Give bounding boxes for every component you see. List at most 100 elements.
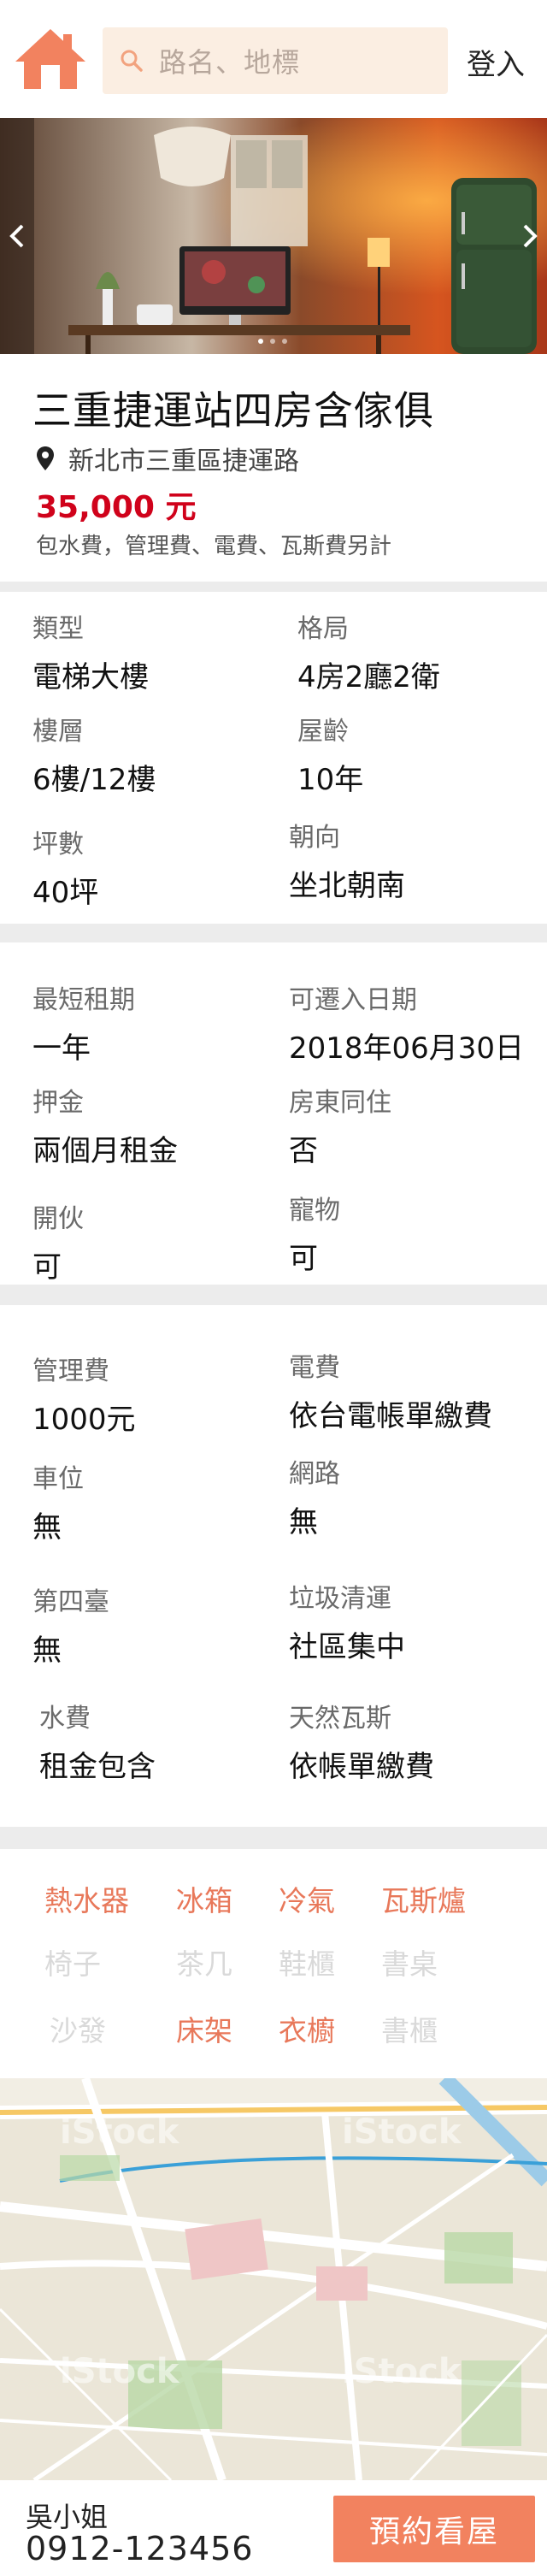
amenity-bed-frame: 床架 [176,2014,232,2047]
map-watermark: iStock [342,2112,462,2152]
info-value: 依帳單繳費 [289,1750,434,1784]
location-map[interactable]: iStock iStock iStock iStock [0,2078,547,2480]
info-label: 開伙 [32,1204,84,1234]
address-text: 新北市三重區捷運路 [68,446,299,476]
info-label: 屋齡 [297,717,349,747]
fee-parking: 車位 無 [32,1457,84,1545]
info-label: 車位 [32,1464,84,1494]
location-pin-icon [37,446,54,470]
amenity-air-conditioner: 冷氣 [279,1884,335,1917]
info-value: 無 [289,1505,318,1539]
info-label: 垃圾清運 [289,1584,391,1614]
fee-gas: 天然瓦斯 依帳單繳費 [289,1697,434,1785]
carousel-dot[interactable] [258,339,263,344]
info-label: 電費 [289,1353,340,1383]
info-label: 管理費 [32,1356,109,1386]
info-value: 可 [289,1242,318,1276]
info-label: 類型 [32,614,84,644]
fee-garbage: 垃圾清運 社區集中 [289,1577,405,1665]
info-value: 社區集中 [289,1630,405,1664]
basic-info-card: 類型 電梯大樓 格局 4房2廳2衛 樓層 6樓/12樓 屋齡 10年 坪數 40… [0,592,547,924]
search-input[interactable]: 路名、地標 [103,27,448,94]
amenities-grid: 熱水器 冰箱 冷氣 瓦斯爐 椅子 茶几 鞋櫃 書桌 沙發 床架 衣櫥 書櫃 [0,1849,547,2078]
info-area: 坪數 40坪 [32,823,98,911]
info-value: 無 [32,1634,62,1668]
info-value: 依台電帳單繳費 [289,1399,492,1433]
amenity-desk: 書桌 [381,1947,438,1981]
info-label: 樓層 [32,717,84,747]
amenity-shoe-cabinet: 鞋櫃 [279,1947,335,1981]
info-label: 房東同住 [289,1088,391,1118]
listing-address: 新北市三重區捷運路 [36,440,299,477]
map-watermark: iStock [60,2352,179,2391]
top-bar: 路名、地標 登入 [0,0,547,118]
search-icon [121,50,143,72]
info-type: 類型 電梯大樓 [32,607,149,695]
rental-terms-card: 最短租期 一年 可遷入日期 2018年06月30日 押金 兩個月租金 房東同住 … [0,942,547,1285]
fee-management: 管理費 1000元 [32,1350,136,1438]
carousel-dot[interactable] [282,339,287,344]
amenity-chair: 椅子 [44,1947,101,1981]
amenity-wardrobe: 衣櫥 [279,2014,335,2047]
price-note: 包水費，管理費、電費、瓦斯費另計 [36,534,392,559]
amenity-gas-stove: 瓦斯爐 [381,1884,466,1917]
amenity-fridge: 冰箱 [176,1884,232,1917]
fees-card: 管理費 1000元 電費 依台電帳單繳費 車位 無 網路 無 第四臺 無 垃圾清… [0,1305,547,1827]
fee-water: 水費 租金包含 [39,1697,156,1785]
info-label: 網路 [289,1459,340,1489]
home-logo-icon[interactable] [12,26,89,92]
info-label: 押金 [32,1088,84,1118]
map-watermark: iStock [60,2112,179,2152]
info-label: 寵物 [289,1196,340,1226]
info-value: 否 [289,1134,318,1168]
term-move-in-date: 可遷入日期 2018年06月30日 [289,978,524,1066]
book-viewing-button[interactable]: 預約看屋 [333,2496,535,2562]
info-label: 格局 [297,614,349,644]
prev-photo-icon[interactable] [5,219,31,253]
info-label: 可遷入日期 [289,985,417,1015]
info-value: 坐北朝南 [289,869,405,903]
term-cooking: 開伙 可 [32,1197,84,1285]
info-value: 無 [32,1510,62,1545]
info-label: 坪數 [32,830,84,860]
listing-title: 三重捷運站四房含傢俱 [32,387,434,434]
info-label: 最短租期 [32,985,135,1015]
map-watermark: iStock [342,2352,462,2391]
amenity-sofa: 沙發 [50,2014,106,2047]
info-value: 40坪 [32,876,99,910]
info-floor: 樓層 6樓/12樓 [32,710,156,798]
info-value: 6樓/12樓 [32,763,156,797]
amenity-bookcase: 書櫃 [381,2014,438,2047]
carousel-indicator [258,339,287,344]
info-age: 屋齡 10年 [297,710,363,798]
term-landlord-lives-in: 房東同住 否 [289,1081,391,1169]
info-value: 4房2廳2衛 [297,660,440,694]
info-value: 兩個月租金 [32,1134,178,1168]
info-value: 一年 [32,1031,91,1066]
fee-electricity: 電費 依台電帳單繳費 [289,1346,492,1434]
next-photo-icon[interactable] [516,219,542,253]
fee-internet: 網路 無 [289,1452,340,1540]
term-deposit: 押金 兩個月租金 [32,1081,178,1169]
info-value: 2018年06月30日 [289,1031,525,1066]
info-value: 電梯大樓 [32,660,149,694]
listing-price: 35,000 元 [36,490,197,525]
contact-phone[interactable]: 0912-123456 [26,2530,253,2567]
listing-summary: 三重捷運站四房含傢俱 新北市三重區捷運路 35,000 元 包水費，管理費、電費… [0,354,547,582]
info-label: 朝向 [289,823,340,853]
info-label: 水費 [39,1704,91,1734]
contact-bar: 吳小姐 0912-123456 預約看屋 [0,2480,547,2576]
photo-carousel[interactable] [0,118,547,354]
info-value: 10年 [297,763,364,797]
amenity-coffee-table: 茶几 [176,1947,232,1981]
carousel-dot[interactable] [270,339,275,344]
info-label: 天然瓦斯 [289,1704,391,1734]
fee-cable-tv: 第四臺 無 [32,1580,109,1669]
info-value: 1000元 [32,1403,136,1437]
info-orientation: 朝向 坐北朝南 [289,816,405,904]
login-button[interactable]: 登入 [467,41,525,83]
search-placeholder: 路名、地標 [159,46,301,79]
info-value: 租金包含 [39,1750,156,1784]
amenity-water-heater: 熱水器 [44,1884,129,1917]
term-pets: 寵物 可 [289,1189,340,1277]
